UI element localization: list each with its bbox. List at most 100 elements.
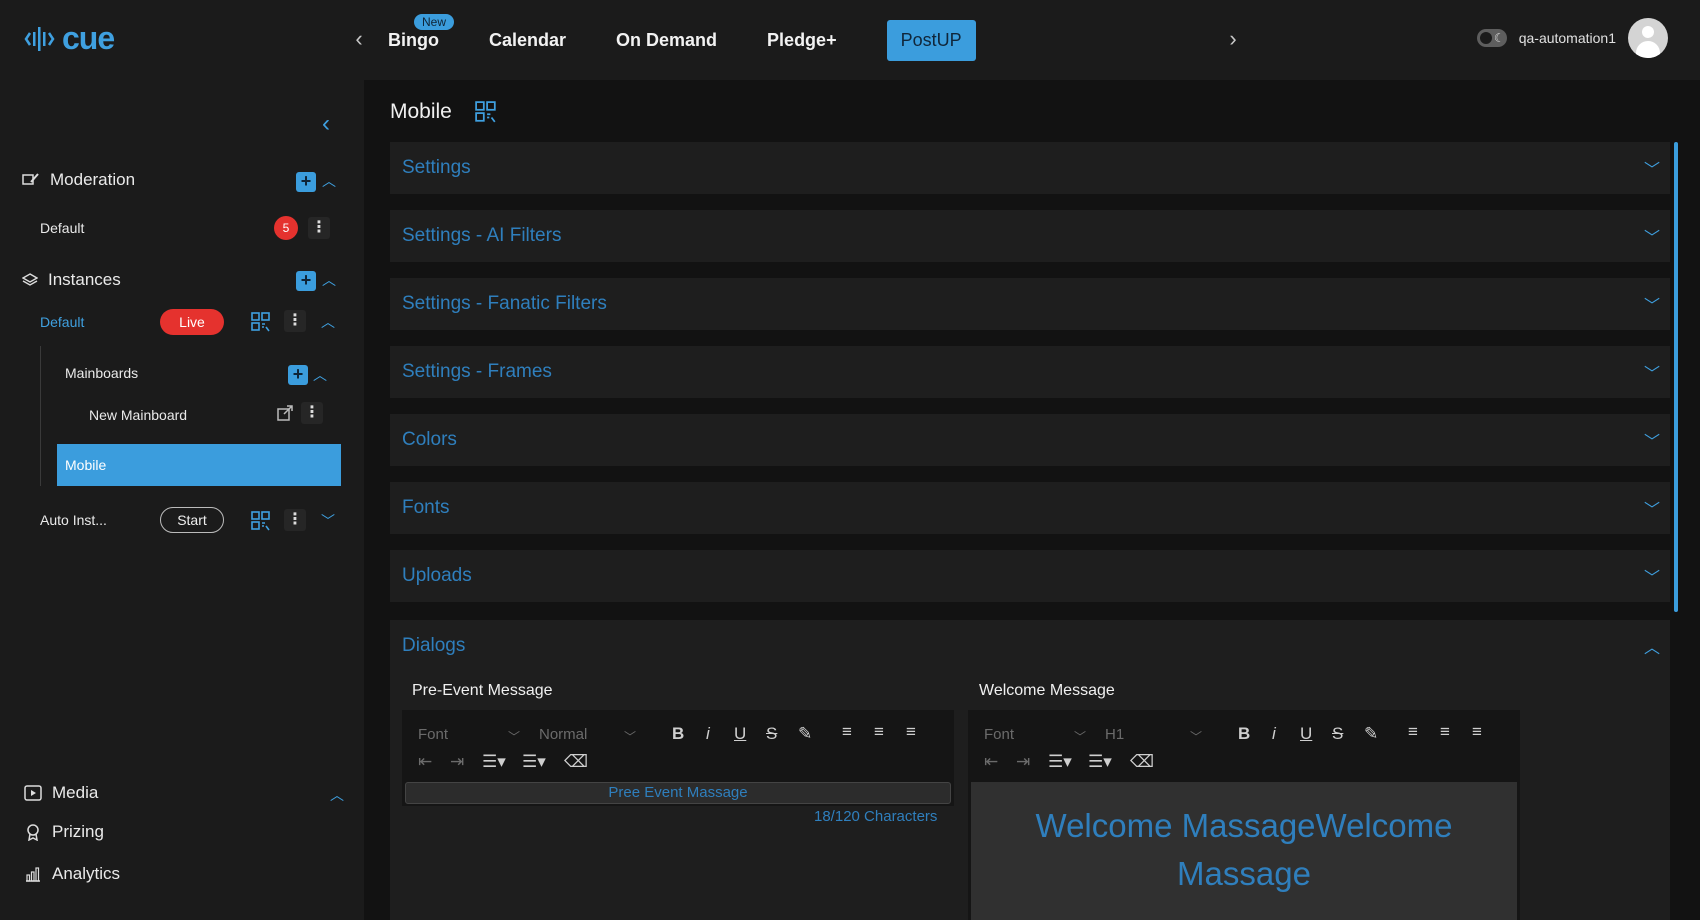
- font-select[interactable]: Font: [418, 726, 448, 743]
- accordion-settings-fanatic-filters[interactable]: Settings - Fanatic Filters ﹀: [390, 278, 1670, 330]
- chevron-up-icon[interactable]: ︿: [330, 785, 344, 805]
- chevron-up-icon[interactable]: ︿: [313, 365, 327, 385]
- logo-waveform-icon: [24, 26, 55, 51]
- sidebar-item-analytics[interactable]: Analytics: [24, 864, 120, 884]
- external-link-icon[interactable]: [276, 404, 294, 422]
- sidebar-moderation-label: Moderation: [50, 170, 136, 189]
- align-center-icon[interactable]: ≡: [874, 722, 884, 742]
- nav-tabs: New Bingo Calendar On Demand Pledge+ Pos…: [388, 13, 1026, 61]
- sidebar-item-new-mainboard[interactable]: New Mainboard: [89, 407, 187, 423]
- qr-code-icon[interactable]: [251, 312, 271, 332]
- align-right-icon[interactable]: ≡: [1472, 722, 1482, 742]
- indent-icon[interactable]: ⇥: [450, 752, 464, 772]
- accordion-colors[interactable]: Colors ﹀: [390, 414, 1670, 466]
- ordered-list-icon[interactable]: ☰▾: [482, 752, 506, 772]
- chevron-down-icon: ﹀: [1643, 298, 1660, 315]
- sidebar-moderation-header[interactable]: Moderation: [22, 170, 135, 190]
- theme-toggle-icon[interactable]: ☾: [1476, 29, 1507, 47]
- strikethrough-button[interactable]: S: [1332, 724, 1343, 744]
- outdent-icon[interactable]: ⇤: [418, 752, 432, 772]
- pre-event-message-input[interactable]: Pree Event Massage: [405, 782, 951, 804]
- align-left-icon[interactable]: ≡: [1408, 722, 1418, 742]
- qr-code-icon[interactable]: [474, 101, 498, 123]
- chevron-down-icon: ﹀: [1190, 730, 1203, 744]
- accordion-settings-ai-filters[interactable]: Settings - AI Filters ﹀: [390, 210, 1670, 262]
- italic-button[interactable]: i: [706, 724, 710, 744]
- more-options-icon[interactable]: ⋮: [284, 310, 306, 332]
- strikethrough-button[interactable]: S: [766, 724, 777, 744]
- accordion-fonts[interactable]: Fonts ﹀: [390, 482, 1670, 534]
- highlight-icon[interactable]: ✎: [798, 724, 812, 744]
- tab-calendar[interactable]: Calendar: [489, 30, 566, 51]
- accordion-settings[interactable]: Settings ﹀: [390, 142, 1670, 194]
- accordion-label: Dialogs: [402, 635, 466, 656]
- tab-pledge[interactable]: Pledge+: [767, 30, 837, 51]
- bullet-list-icon[interactable]: ☰▾: [522, 752, 546, 772]
- align-right-icon[interactable]: ≡: [906, 722, 916, 742]
- indent-icon[interactable]: ⇥: [1016, 752, 1030, 772]
- accordion-settings-frames[interactable]: Settings - Frames ﹀: [390, 346, 1670, 398]
- pre-event-editor: Font ﹀ Normal ﹀ B i U S ✎ ≡ ≡ ≡ ⇤ ⇥ ☰▾ ☰…: [402, 710, 954, 806]
- add-instance-button[interactable]: +: [296, 271, 316, 291]
- more-options-icon[interactable]: ⋮: [301, 402, 323, 424]
- underline-button[interactable]: U: [1300, 724, 1312, 744]
- sidebar-item-moderation-default[interactable]: Default: [40, 220, 84, 236]
- sidebar-item-media[interactable]: Media: [24, 783, 98, 803]
- chevron-up-icon[interactable]: ︿: [322, 270, 336, 290]
- sidebar-analytics-label: Analytics: [52, 864, 121, 883]
- add-mainboard-button[interactable]: +: [288, 365, 308, 385]
- tab-postup[interactable]: PostUP: [886, 19, 976, 61]
- sidebar-item-mainboards[interactable]: Mainboards: [65, 365, 138, 381]
- bar-chart-icon: [26, 867, 40, 882]
- chevron-down-icon: ﹀: [1643, 434, 1660, 451]
- sidebar-item-auto-instance[interactable]: Auto Inst...: [40, 512, 107, 528]
- accordion-label: Settings: [402, 157, 471, 178]
- bullet-list-icon[interactable]: ☰▾: [1088, 752, 1112, 772]
- welcome-message-input[interactable]: Welcome MassageWelcome Massage: [971, 782, 1517, 920]
- chevron-left-icon[interactable]: ‹: [322, 110, 330, 138]
- italic-button[interactable]: i: [1272, 724, 1276, 744]
- more-options-icon[interactable]: ⋮: [284, 509, 306, 531]
- sidebar-media-label: Media: [52, 783, 99, 802]
- pre-event-title: Pre-Event Message: [412, 682, 553, 699]
- chevron-up-icon[interactable]: ︿: [322, 171, 336, 191]
- scrollbar[interactable]: [1674, 142, 1678, 612]
- chevron-down-icon[interactable]: ﹀: [321, 511, 335, 531]
- clear-format-icon[interactable]: ⌫: [564, 752, 588, 772]
- chevron-left-icon[interactable]: ‹: [350, 28, 368, 50]
- add-moderation-button[interactable]: +: [296, 172, 316, 192]
- chevron-right-icon[interactable]: ›: [1224, 28, 1242, 50]
- bold-button[interactable]: B: [1238, 724, 1250, 744]
- ordered-list-icon[interactable]: ☰▾: [1048, 752, 1072, 772]
- chevron-up-icon: ︿: [1643, 640, 1660, 657]
- sidebar: ‹ Moderation + ︿ Default 5 ⋮ Instances +…: [0, 80, 364, 920]
- underline-button[interactable]: U: [734, 724, 746, 744]
- align-center-icon[interactable]: ≡: [1440, 722, 1450, 742]
- start-button[interactable]: Start: [160, 507, 224, 533]
- highlight-icon[interactable]: ✎: [1364, 724, 1378, 744]
- size-select[interactable]: Normal: [539, 726, 587, 743]
- sidebar-instances-header[interactable]: Instances: [22, 270, 121, 290]
- clear-format-icon[interactable]: ⌫: [1130, 752, 1154, 772]
- accordion-uploads[interactable]: Uploads ﹀: [390, 550, 1670, 602]
- chevron-up-icon[interactable]: ︿: [321, 312, 335, 332]
- tab-bingo[interactable]: New Bingo: [388, 13, 455, 51]
- accordion-label: Uploads: [402, 565, 472, 586]
- main-content: Mobile Settings ﹀ Settings - AI Filters …: [364, 80, 1700, 920]
- user-icon[interactable]: [1628, 18, 1668, 58]
- align-left-icon[interactable]: ≡: [842, 722, 852, 742]
- sidebar-item-prizing[interactable]: Prizing: [24, 822, 104, 842]
- chevron-down-icon: ﹀: [508, 730, 521, 744]
- tab-on-demand[interactable]: On Demand: [616, 30, 717, 51]
- font-select[interactable]: Font: [984, 726, 1014, 743]
- qr-code-icon[interactable]: [251, 511, 271, 531]
- outdent-icon[interactable]: ⇤: [984, 752, 998, 772]
- logo[interactable]: cue: [24, 20, 115, 57]
- sidebar-instances-label: Instances: [48, 270, 121, 289]
- bold-button[interactable]: B: [672, 724, 684, 744]
- sidebar-item-mobile[interactable]: Mobile: [57, 444, 341, 486]
- accordion-dialogs-header[interactable]: Dialogs ︿: [390, 620, 1670, 672]
- more-options-icon[interactable]: ⋮: [308, 217, 330, 239]
- size-select[interactable]: H1: [1105, 726, 1124, 743]
- sidebar-item-instance-default[interactable]: Default: [40, 314, 84, 330]
